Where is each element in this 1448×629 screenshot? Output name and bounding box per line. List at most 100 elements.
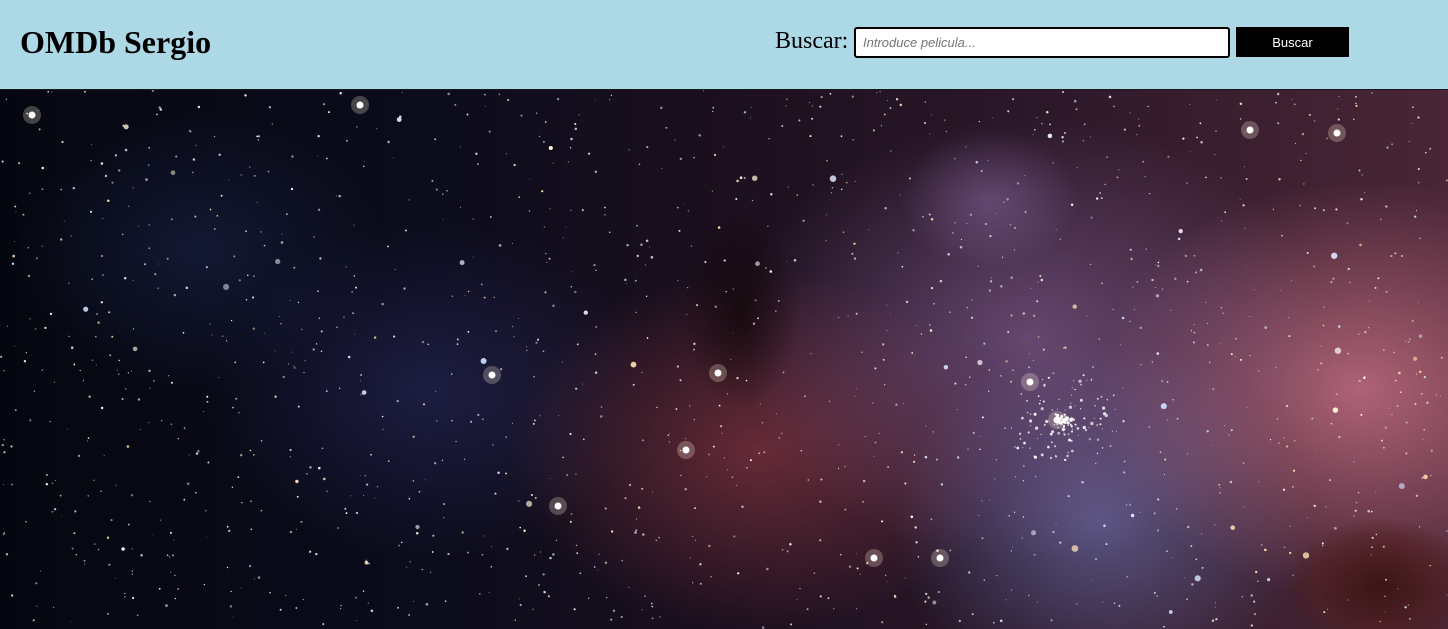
star (751, 175, 758, 181)
star (315, 552, 318, 556)
star (1266, 577, 1271, 582)
star (928, 324, 931, 326)
star (730, 358, 732, 361)
star (336, 326, 338, 328)
star (1070, 449, 1074, 453)
search-input[interactable] (854, 27, 1230, 58)
star (312, 348, 315, 351)
star (569, 147, 572, 149)
star (1194, 575, 1201, 582)
star (899, 103, 903, 107)
star (796, 599, 798, 600)
star (450, 373, 453, 375)
star (651, 605, 654, 608)
star (556, 97, 560, 101)
star (456, 343, 459, 345)
search-button[interactable]: Buscar (1236, 27, 1349, 57)
star (93, 479, 95, 482)
star (910, 515, 914, 519)
star (708, 453, 710, 456)
star (396, 117, 402, 122)
star (498, 244, 502, 247)
star (455, 440, 457, 443)
star (1064, 409, 1066, 411)
star (1253, 600, 1256, 603)
star (1336, 393, 1338, 395)
star (988, 369, 991, 371)
star (309, 466, 312, 469)
star (467, 290, 470, 293)
star (641, 371, 643, 374)
star (138, 225, 139, 227)
star (115, 484, 117, 486)
star (966, 222, 968, 224)
star (1182, 137, 1185, 140)
star (170, 571, 172, 573)
star (1242, 462, 1245, 464)
star (1063, 433, 1066, 436)
star (949, 311, 951, 313)
star (157, 263, 159, 265)
star (230, 319, 233, 322)
star (511, 422, 514, 424)
star (979, 448, 981, 451)
star (874, 441, 877, 444)
star (1276, 418, 1279, 420)
star (1014, 476, 1017, 478)
star (1033, 412, 1037, 416)
bright-star (1246, 126, 1254, 134)
star (404, 229, 407, 232)
star (930, 518, 933, 521)
star (904, 482, 907, 485)
star (175, 155, 178, 158)
star (1214, 606, 1216, 608)
star (1040, 407, 1044, 411)
star (209, 323, 211, 325)
star (484, 105, 486, 107)
star (1407, 604, 1410, 606)
star (355, 596, 357, 599)
star (624, 497, 627, 500)
star (206, 536, 208, 538)
star (552, 304, 555, 308)
star (253, 454, 255, 456)
star (954, 157, 956, 160)
star (293, 367, 296, 369)
star (1408, 140, 1410, 143)
star (952, 232, 954, 234)
star (1415, 210, 1418, 212)
star (1367, 509, 1370, 513)
star (1396, 404, 1399, 408)
star (567, 161, 569, 163)
star (106, 536, 110, 539)
star (295, 479, 299, 484)
star (1103, 524, 1106, 528)
star (518, 196, 521, 198)
star (944, 119, 946, 121)
star (148, 369, 151, 373)
star (364, 560, 369, 565)
star (3, 451, 6, 454)
star (1050, 619, 1053, 622)
star (1010, 589, 1013, 591)
star (549, 556, 552, 560)
star (1142, 160, 1144, 163)
star (1012, 369, 1014, 371)
star (252, 327, 255, 330)
star (1057, 431, 1061, 435)
star (826, 160, 828, 162)
star (1066, 421, 1070, 425)
star (70, 620, 72, 622)
star (885, 574, 887, 576)
star (646, 146, 649, 149)
star (100, 301, 103, 304)
star (136, 614, 139, 617)
star (570, 512, 573, 515)
star (1446, 530, 1448, 532)
star (506, 153, 508, 155)
star (173, 539, 175, 541)
star (720, 425, 723, 428)
star (443, 517, 445, 519)
star (978, 514, 980, 517)
star (1000, 285, 1003, 288)
